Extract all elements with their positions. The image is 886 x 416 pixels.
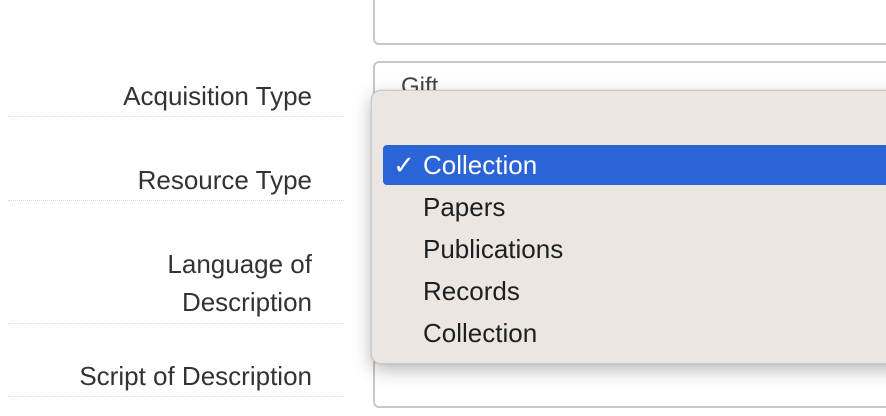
option-label: Collection: [423, 318, 538, 348]
label-divider: [8, 116, 344, 117]
option-label: Collection: [423, 150, 538, 180]
option-label: Publications: [423, 234, 564, 264]
dropdown-option-publications[interactable]: Publications: [383, 229, 886, 269]
script-of-description-label: Script of Description: [79, 361, 312, 391]
acquisition-type-label: Acquisition Type: [123, 81, 312, 111]
language-label-line1: Language of: [167, 249, 312, 279]
option-label: Papers: [423, 192, 506, 222]
resource-type-dropdown-menu: ✓ Collection Papers Publications Records…: [371, 90, 886, 364]
dropdown-option-papers[interactable]: Papers: [383, 187, 886, 227]
dropdown-option-collection-2[interactable]: Collection: [383, 313, 886, 353]
option-label: Records: [423, 276, 520, 306]
dropdown-option-collection[interactable]: ✓ Collection: [383, 145, 886, 185]
previous-field-textarea[interactable]: [373, 0, 886, 45]
resource-form: Acquisition Type Gift Resource Type Lang…: [0, 0, 886, 416]
language-label-line2: Description: [181, 287, 312, 317]
language-of-description-label: Language of Description: [167, 245, 312, 321]
resource-type-label: Resource Type: [137, 165, 312, 195]
script-of-description-select[interactable]: [373, 358, 886, 408]
dropdown-option-records[interactable]: Records: [383, 271, 886, 311]
checkmark-icon: ✓: [393, 150, 415, 180]
label-divider: [8, 200, 344, 201]
label-divider: [8, 396, 344, 397]
label-divider: [8, 323, 344, 324]
